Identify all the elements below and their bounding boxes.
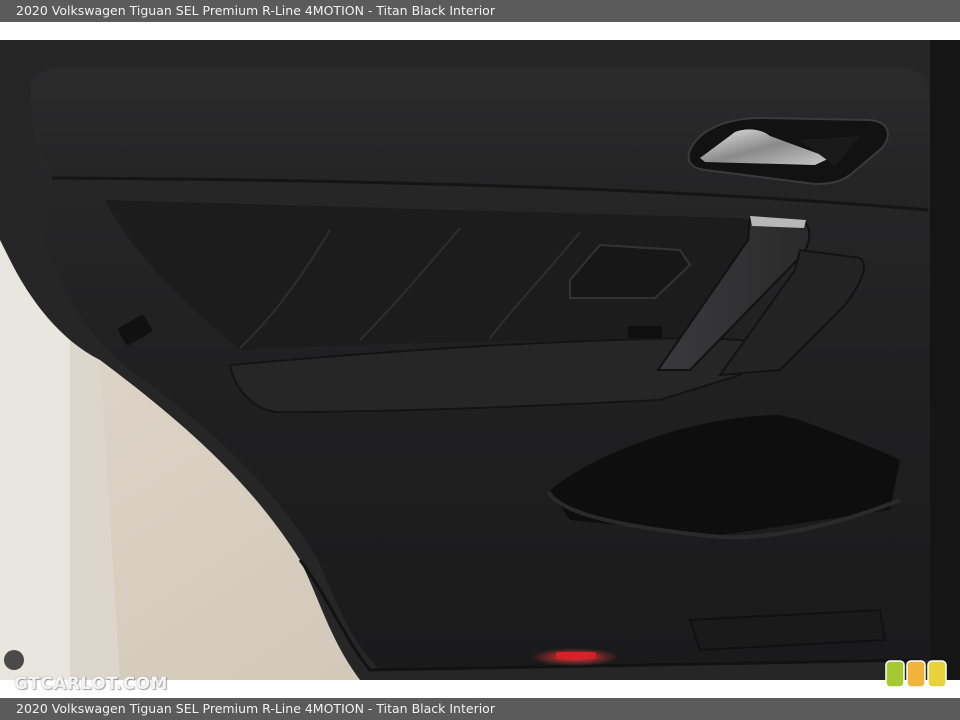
caption-top: 2020 Volkswagen Tiguan SEL Premium R-Lin… xyxy=(0,0,960,22)
watermark: GTCARLOT.COM xyxy=(14,674,168,694)
door-panel-illustration xyxy=(0,40,960,680)
car-interior-photo xyxy=(0,40,960,680)
door-frame xyxy=(930,40,960,680)
badge-icon xyxy=(885,660,947,688)
window-switch-icon xyxy=(628,326,662,338)
caption-bottom: 2020 Volkswagen Tiguan SEL Premium R-Lin… xyxy=(0,698,960,720)
floor-object xyxy=(4,650,24,670)
